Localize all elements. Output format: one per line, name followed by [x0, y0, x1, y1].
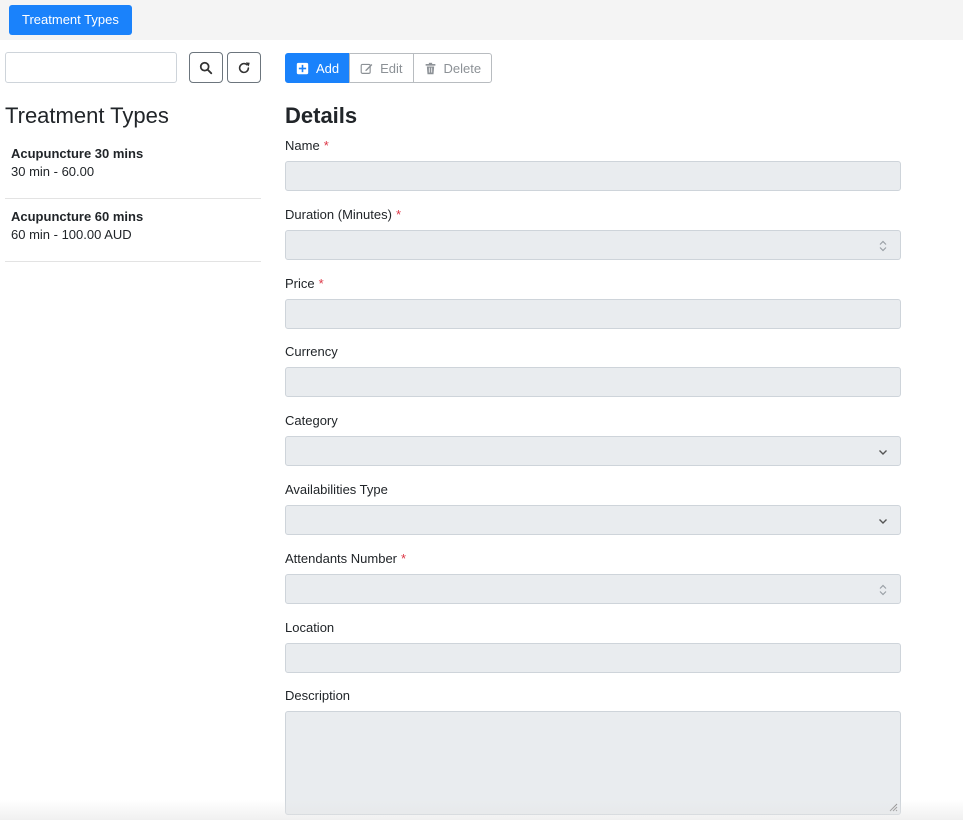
list-item-summary: 30 min - 60.00 [11, 164, 95, 179]
chevron-down-icon [879, 450, 887, 455]
edit-button-label: Edit [380, 60, 403, 76]
required-mark: * [401, 551, 407, 566]
spinner-arrows-icon[interactable] [878, 584, 888, 596]
delete-button-label: Delete [443, 60, 482, 76]
name-field[interactable] [285, 161, 901, 191]
attendants-number-field[interactable] [285, 574, 901, 604]
bottom-fade [0, 800, 963, 820]
list-item[interactable]: Acupuncture 30 mins 30 min - 60.00 [5, 136, 261, 199]
list-item-summary: 60 min - 100.00 AUD [11, 227, 132, 242]
attendants-number-label-text: Attendants Number [285, 551, 398, 566]
action-toolbar: Add Edit Delete [285, 53, 493, 83]
price-label-text: Price [285, 276, 315, 291]
treatment-type-list: Acupuncture 30 mins 30 min - 60.00 Acupu… [5, 136, 261, 262]
details-title: Details [285, 103, 358, 128]
tab-treatment-types[interactable]: Treatment Types [9, 5, 132, 35]
currency-label: Currency [285, 344, 338, 359]
name-label-text: Name [285, 138, 320, 153]
delete-button[interactable]: Delete [412, 53, 493, 83]
list-item-name: Acupuncture 60 mins [11, 209, 144, 224]
description-label: Description [285, 688, 351, 703]
required-mark: * [318, 276, 324, 291]
edit-button[interactable]: Edit [349, 53, 414, 83]
location-field[interactable] [285, 643, 901, 673]
location-label: Location [285, 620, 335, 635]
plus-square-icon [296, 62, 309, 74]
edit-icon [360, 63, 373, 74]
search-input[interactable] [5, 52, 177, 83]
list-item-name: Acupuncture 30 mins [11, 146, 144, 161]
search-icon [199, 61, 213, 74]
chevron-down-icon [879, 519, 887, 524]
availabilities-type-select[interactable] [285, 505, 901, 535]
add-button-label: Add [316, 60, 340, 76]
duration-label-text: Duration (Minutes) [285, 207, 392, 222]
name-label: Name * [285, 138, 329, 153]
availabilities-type-label: Availabilities Type [285, 482, 388, 497]
trash-icon [425, 62, 435, 74]
category-label: Category [285, 413, 338, 428]
required-mark: * [323, 138, 329, 153]
price-field[interactable] [285, 299, 901, 329]
top-nav-bar: Treatment Types [0, 0, 963, 40]
attendants-number-label: Attendants Number * [285, 551, 406, 566]
currency-field[interactable] [285, 367, 901, 397]
refresh-icon [238, 61, 250, 73]
search-button[interactable] [189, 52, 223, 83]
category-select[interactable] [285, 436, 901, 466]
list-title: Treatment Types [5, 103, 169, 128]
price-label: Price * [285, 276, 324, 291]
list-item[interactable]: Acupuncture 60 mins 60 min - 100.00 AUD [5, 199, 261, 262]
spinner-arrows-icon[interactable] [878, 240, 888, 252]
duration-field[interactable] [285, 230, 901, 260]
required-mark: * [395, 207, 401, 222]
add-button[interactable]: Add [285, 53, 351, 83]
refresh-button[interactable] [227, 52, 261, 83]
duration-label: Duration (Minutes) * [285, 207, 401, 222]
